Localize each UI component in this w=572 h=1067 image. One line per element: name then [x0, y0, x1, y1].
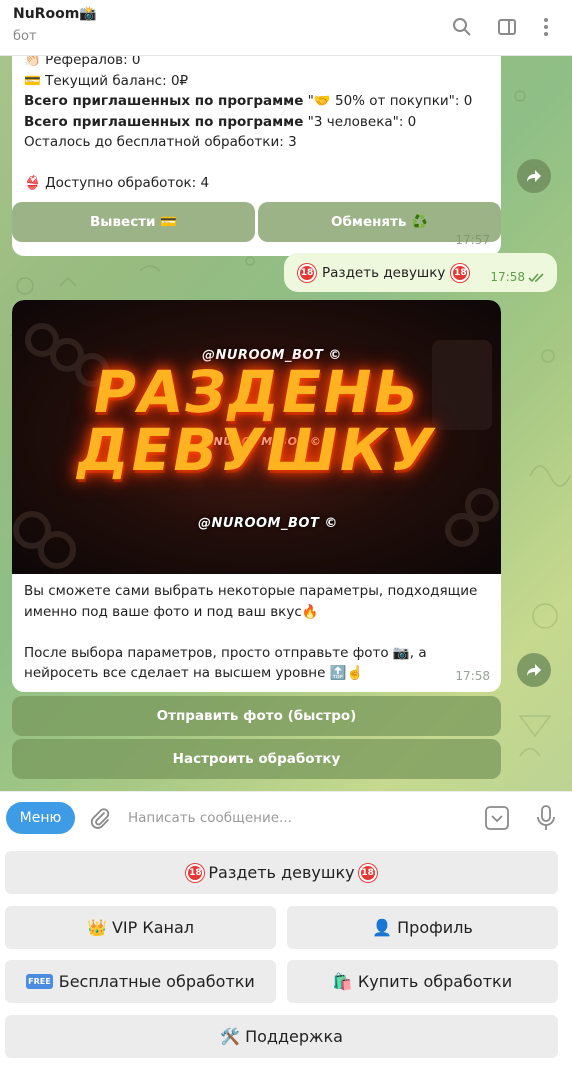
- attach-icon[interactable]: [88, 806, 112, 834]
- promo-text: Вы сможете сами выбрать некоторые параме…: [24, 581, 494, 684]
- keyboard-toggle-icon[interactable]: [484, 805, 510, 835]
- menu-button[interactable]: Меню: [6, 802, 75, 834]
- forward-icon: [527, 664, 541, 676]
- kb-undress-button[interactable]: 18 Раздеть девушку 18: [5, 851, 558, 894]
- 18-plus-icon: 18: [298, 263, 316, 282]
- chat-area[interactable]: 👏🏻 Рефералов: 0 💳 Текущий баланс: 0₽ Все…: [0, 56, 572, 791]
- read-checkmarks-icon: [528, 273, 544, 283]
- remaining-line: Осталось до бесплатной обработки: 3: [24, 134, 297, 150]
- outgoing-message: 18 Раздеть девушку 18 17:58: [284, 253, 557, 292]
- kb-undress-label: Раздеть девушку: [208, 863, 355, 882]
- kb-free-processing-button[interactable]: FREE Бесплатные обработки: [5, 960, 276, 1003]
- kb-vip-channel-button[interactable]: 👑 VIP Канал: [5, 906, 276, 949]
- available-line: 👙 Доступно обработок: 4: [24, 175, 210, 191]
- kb-free-label: Бесплатные обработки: [58, 972, 255, 991]
- kb-buy-processing-button[interactable]: 🛍️ Купить обработки: [287, 960, 558, 1003]
- message-input[interactable]: [128, 804, 468, 832]
- balance-line: 💳 Текущий баланс: 0₽: [24, 72, 189, 89]
- banner-watermark: @NUROOM_BOT ©: [198, 516, 338, 531]
- sidebar-toggle-icon[interactable]: [494, 14, 520, 40]
- search-icon[interactable]: [449, 14, 475, 40]
- kb-profile-button[interactable]: 👤 Профиль: [287, 906, 558, 949]
- send-photo-fast-button[interactable]: Отправить фото (быстро): [12, 696, 501, 736]
- withdraw-button[interactable]: Вывести 💳: [12, 202, 255, 242]
- forward-icon: [527, 170, 541, 182]
- message-input-bar: Меню: [0, 791, 572, 843]
- forward-button[interactable]: [517, 159, 551, 193]
- referrals-line: 👏🏻 Рефералов: 0: [24, 56, 141, 68]
- forward-button[interactable]: [517, 653, 551, 687]
- program2-line: Всего приглашенных по программе "3 челов…: [24, 113, 417, 130]
- more-options-icon[interactable]: [533, 14, 559, 40]
- promo-banner-image[interactable]: @NUROOM_BOT © РАЗДЕНЬ @NUROOM_BOT © ДЕВУ…: [12, 300, 501, 574]
- microphone-icon[interactable]: [536, 804, 556, 836]
- 18-plus-icon: 18: [186, 863, 205, 882]
- program1-line: Всего приглашенных по программе "🤝 50% о…: [24, 93, 473, 109]
- configure-processing-button[interactable]: Настроить обработку: [12, 739, 501, 779]
- reply-keyboard: 18 Раздеть девушку 18 👑 VIP Канал 👤 Проф…: [0, 843, 572, 1067]
- banner-headline-line2: ДЕВУШКУ: [71, 416, 442, 484]
- feature-promo-message: @NUROOM_BOT © РАЗДЕНЬ @NUROOM_BOT © ДЕВУ…: [12, 300, 501, 692]
- message-time: 17:58: [455, 668, 490, 683]
- message-time: 17:58: [490, 270, 525, 284]
- banner-headline-line1: РАЗДЕНЬ: [87, 358, 426, 426]
- promo-paragraph-1: Вы сможете сами выбрать некоторые параме…: [24, 583, 478, 620]
- 18-plus-icon: 18: [358, 863, 377, 882]
- promo-paragraph-2: После выбора параметров, просто отправьт…: [24, 644, 427, 682]
- chat-subtitle: бот: [13, 29, 37, 44]
- chat-header: NuRoom📸 бот: [0, 0, 572, 56]
- outgoing-text: Раздеть девушку: [322, 264, 446, 281]
- free-badge-icon: FREE: [26, 974, 53, 989]
- kb-support-button[interactable]: 🛠️ Поддержка: [5, 1015, 558, 1058]
- 18-plus-icon: 18: [451, 263, 470, 282]
- chat-title[interactable]: NuRoom📸: [13, 6, 97, 22]
- exchange-button[interactable]: Обменять ♻️: [258, 202, 501, 242]
